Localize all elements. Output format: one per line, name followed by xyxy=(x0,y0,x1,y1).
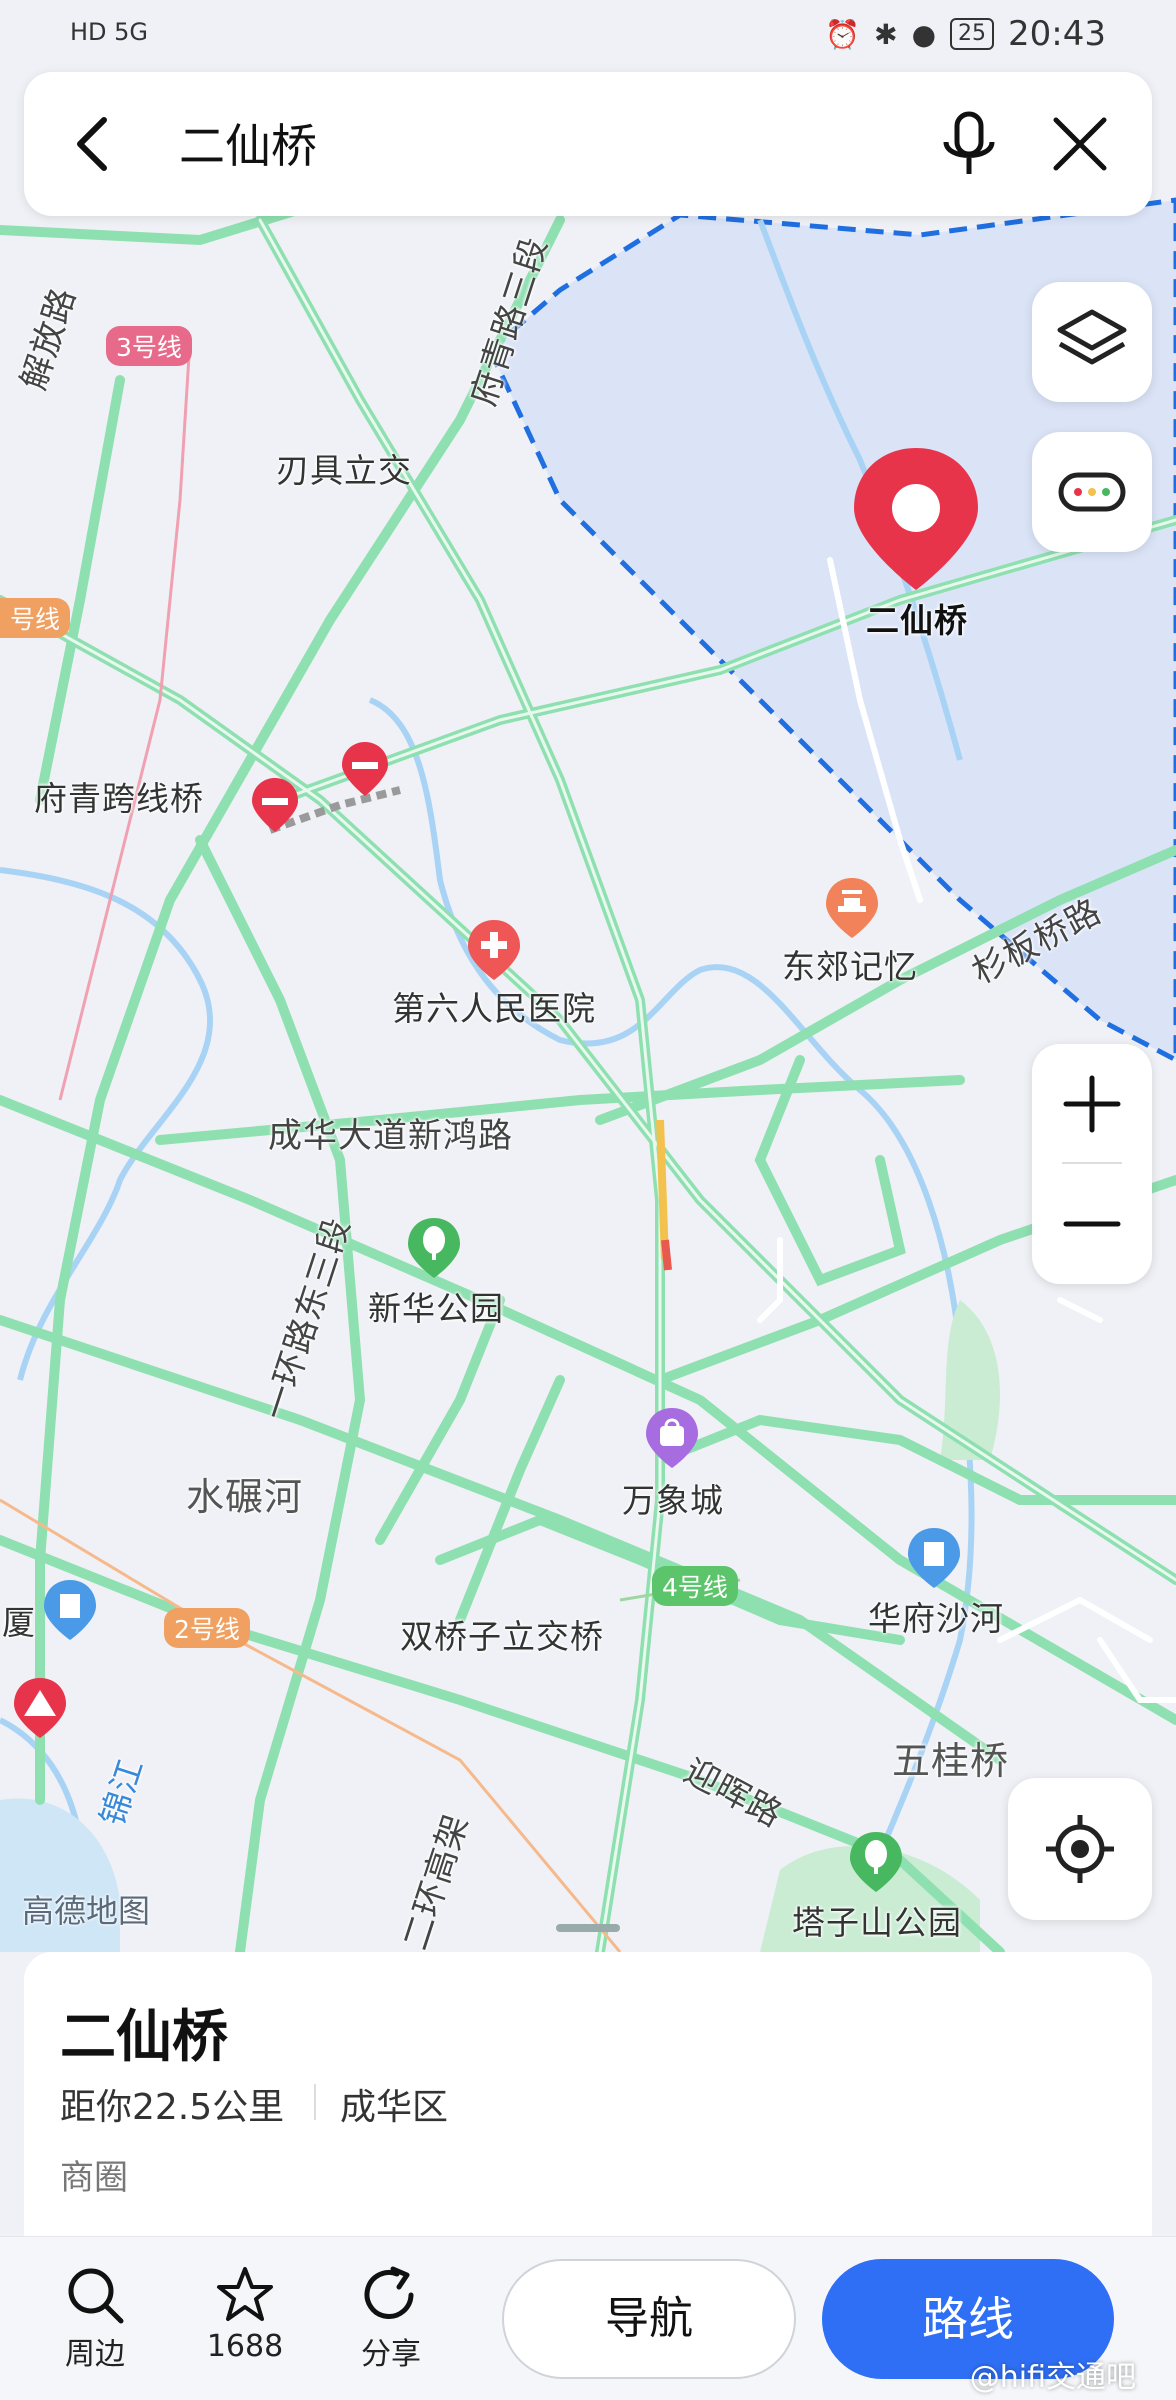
locate-icon xyxy=(1046,1815,1114,1883)
watermark: @hifi交通吧 xyxy=(969,2360,1136,2395)
battery-indicator: 25 xyxy=(950,18,995,50)
zoom-control xyxy=(1032,1044,1152,1284)
signal-indicators: HD 5G xyxy=(70,18,149,46)
status-right: ⏰ ✱ ● 25 20:43 xyxy=(825,14,1106,54)
traffic-button[interactable] xyxy=(1032,432,1152,552)
label-wugui[interactable]: 五桂桥 xyxy=(892,1730,1009,1785)
label-dongjiao[interactable]: 东郊记忆 xyxy=(782,940,918,988)
alarm-icon: ⏰ xyxy=(825,17,861,51)
construction-icon[interactable] xyxy=(12,1676,68,1740)
zoom-out-icon[interactable] xyxy=(1062,1194,1122,1254)
search-bar[interactable]: 二仙桥 xyxy=(24,72,1152,216)
metro-line3-tag: 3号线 xyxy=(106,326,192,366)
label-renju[interactable]: 刃具立交 xyxy=(276,444,412,492)
status-bar: HD 5G ⏰ ✱ ● 25 20:43 xyxy=(0,0,1176,70)
share-label: 分享 xyxy=(361,2337,421,2372)
building-icon-left[interactable] xyxy=(42,1578,98,1642)
favorite-count: 1688 xyxy=(206,2329,284,2364)
shopping-icon[interactable] xyxy=(644,1406,700,1470)
nearby-button[interactable]: 周边 xyxy=(40,2265,150,2373)
label-fuqing-bridge[interactable]: 府青跨线桥 xyxy=(34,772,204,820)
microphone-icon[interactable] xyxy=(936,110,1002,180)
amap-logo: 高德地图 xyxy=(22,1892,151,1930)
star-icon xyxy=(217,2267,273,2321)
label-shuinian[interactable]: 水碾河 xyxy=(186,1466,303,1521)
label-xia[interactable]: 厦 xyxy=(2,1596,36,1644)
label-hospital[interactable]: 第六人民医院 xyxy=(392,982,596,1030)
pin-label[interactable]: 二仙桥 xyxy=(866,594,968,642)
place-district: 成华区 xyxy=(340,2087,449,2128)
attraction-icon[interactable] xyxy=(824,876,880,940)
place-distance: 距你22.5公里 xyxy=(60,2087,285,2128)
label-tazishan[interactable]: 塔子山公园 xyxy=(792,1896,962,1944)
label-wanxiang[interactable]: 万象城 xyxy=(622,1474,724,1522)
place-card[interactable]: 二仙桥 距你22.5公里 成华区 商圈 xyxy=(24,1952,1152,2252)
label-xinhua-park[interactable]: 新华公园 xyxy=(368,1282,504,1330)
label-huafu[interactable]: 华府沙河 xyxy=(868,1592,1004,1640)
layers-button[interactable] xyxy=(1032,282,1152,402)
search-icon xyxy=(68,2268,124,2324)
building-icon[interactable] xyxy=(906,1526,962,1590)
metro-line2-tag: 2号线 xyxy=(164,1608,250,1648)
info-divider xyxy=(314,2084,316,2120)
zoom-divider xyxy=(1062,1162,1122,1164)
road-closed-icon[interactable] xyxy=(250,776,300,834)
search-query[interactable]: 二仙桥 xyxy=(179,110,317,176)
share-button[interactable]: 分享 xyxy=(336,2265,446,2373)
close-icon[interactable] xyxy=(1048,112,1112,176)
location-pin-icon[interactable] xyxy=(850,444,982,594)
drag-handle[interactable] xyxy=(556,1924,620,1932)
zoom-in-icon[interactable] xyxy=(1062,1074,1122,1134)
hospital-icon[interactable] xyxy=(466,918,522,982)
label-chenghua-road: 成华大道新鸿路 xyxy=(268,1116,513,1156)
place-category: 商圈 xyxy=(60,2158,128,2198)
layers-icon xyxy=(1057,309,1127,365)
road-closed-icon-2[interactable] xyxy=(340,740,390,798)
back-arrow-icon[interactable] xyxy=(64,114,124,174)
park-icon-tazishan[interactable] xyxy=(848,1830,904,1894)
label-shuangqiaozi[interactable]: 双桥子立交桥 xyxy=(400,1610,604,1658)
place-title: 二仙桥 xyxy=(60,2005,228,2070)
favorite-button[interactable]: 1688 xyxy=(190,2265,300,2364)
traffic-icon xyxy=(1058,472,1126,512)
location-icon: ● xyxy=(911,17,937,51)
share-icon xyxy=(364,2266,414,2319)
status-time: 20:43 xyxy=(1008,14,1106,54)
park-icon[interactable] xyxy=(406,1216,462,1280)
nearby-label: 周边 xyxy=(65,2337,125,2372)
metro-line4-tag: 4号线 xyxy=(652,1566,738,1606)
metro-line-tag-left: 号线 xyxy=(0,598,71,638)
bluetooth-icon: ✱ xyxy=(874,17,898,51)
locate-button[interactable] xyxy=(1008,1778,1152,1920)
navigate-button[interactable]: 导航 xyxy=(502,2259,796,2379)
